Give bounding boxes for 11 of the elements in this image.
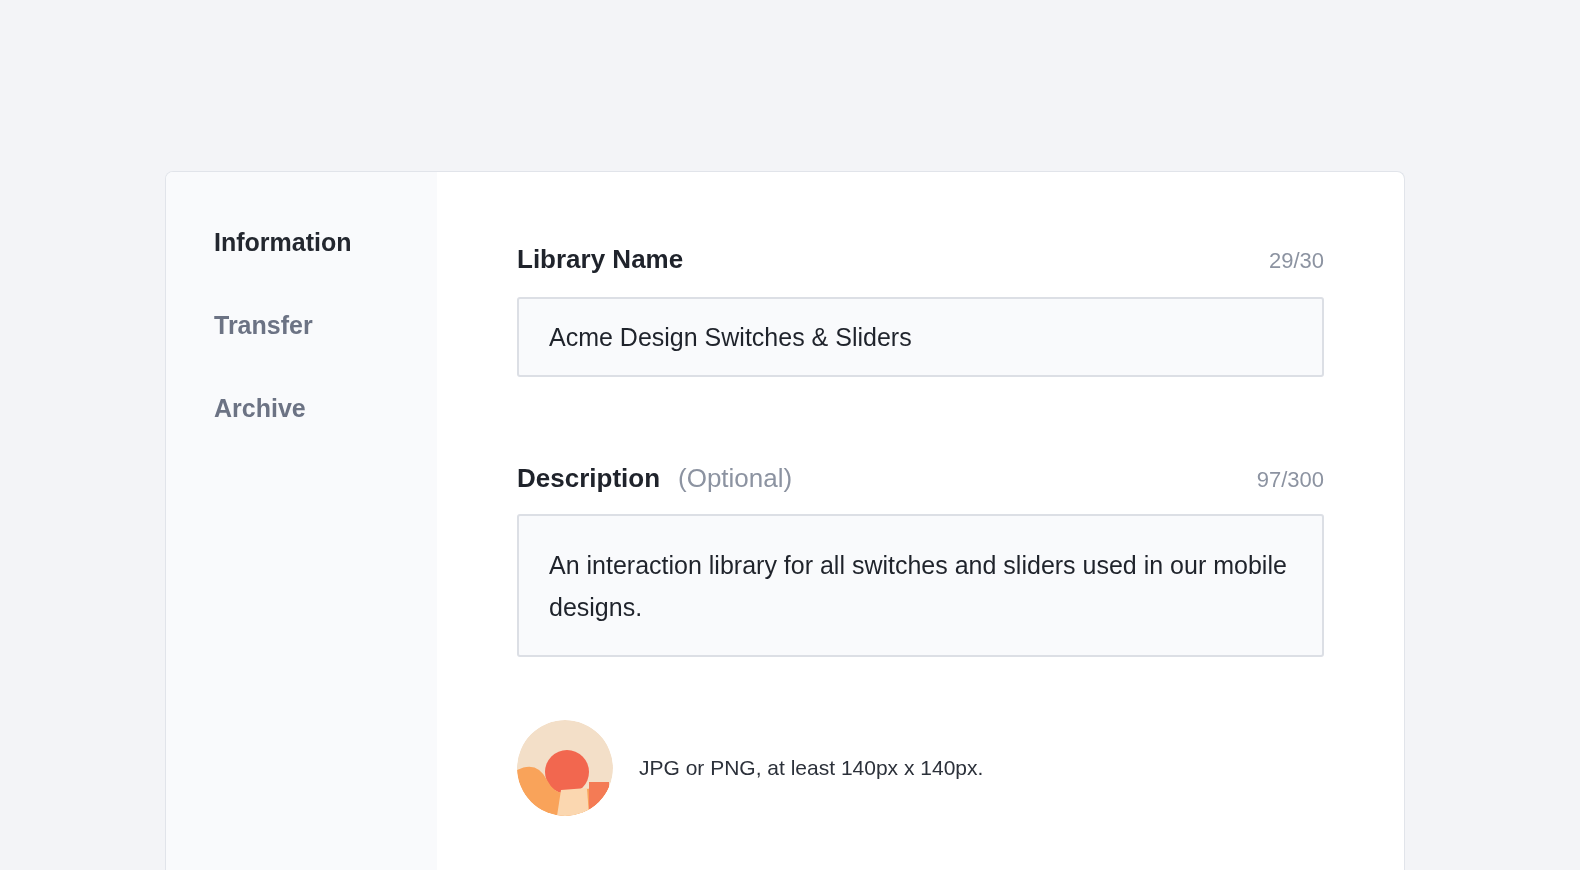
field-label: Library Name [517, 244, 684, 275]
description-textarea[interactable]: An interaction library for all switches and sliders used in our mobile designs. [517, 514, 1324, 657]
character-counter: 29/30 [1268, 248, 1324, 274]
character-counter: 97/300 [1256, 467, 1324, 493]
sidebar-item[interactable]: Information [214, 228, 437, 257]
library-name-input[interactable]: Acme Design Switches & Sliders [517, 297, 1324, 377]
optional-label: (Optional) [678, 463, 793, 494]
field-label: Description [517, 463, 661, 494]
sidebar-item[interactable]: Transfer [214, 311, 437, 340]
sidebar-item[interactable]: Archive [214, 394, 437, 423]
image-hint: JPG or PNG, at least 140px x 140px. [639, 756, 984, 780]
